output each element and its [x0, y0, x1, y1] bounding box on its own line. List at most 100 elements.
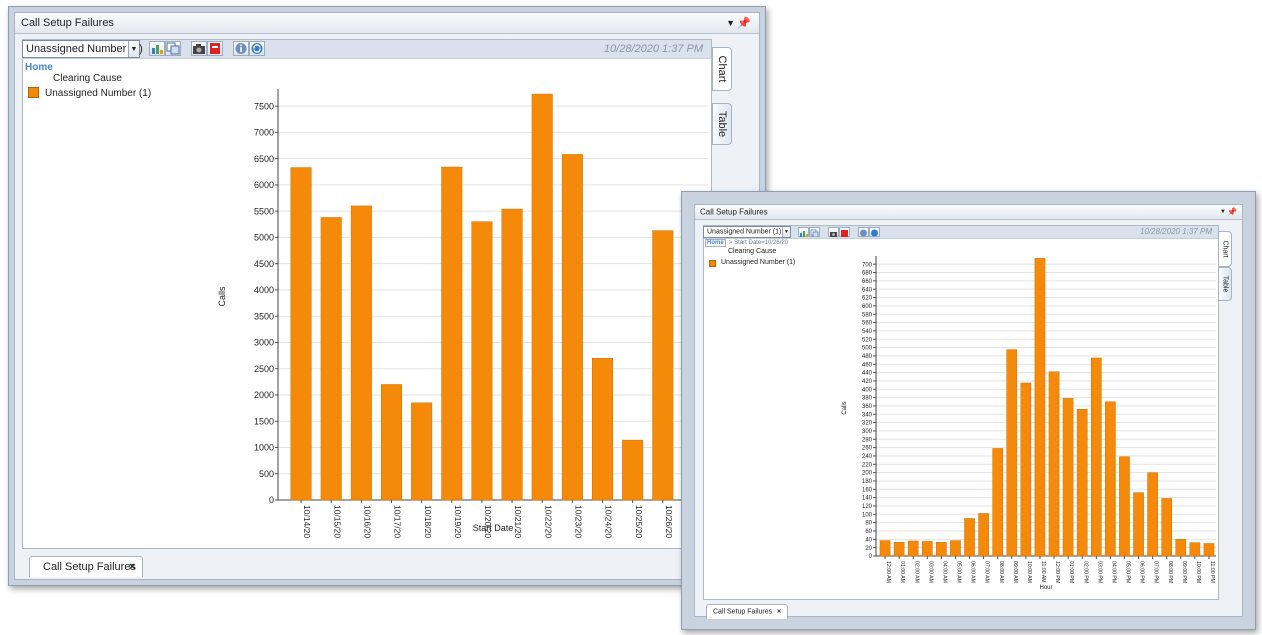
info-button[interactable]	[858, 227, 869, 237]
clearing-cause-dropdown[interactable]: Unassigned Number (1) ▼	[22, 40, 143, 58]
refresh-icon	[251, 43, 263, 54]
bar	[592, 357, 613, 501]
bar	[879, 540, 891, 557]
breadcrumb-home[interactable]: Home	[705, 239, 726, 247]
tab-chart[interactable]: Chart	[712, 47, 732, 91]
y-tick-label: 260	[862, 446, 873, 452]
legend-swatch[interactable]	[709, 260, 716, 267]
y-tick-label: 660	[862, 279, 873, 285]
camera-icon	[193, 44, 205, 54]
y-tick-label: 2500	[254, 364, 274, 374]
legend-entry[interactable]: Unassigned Number (1)	[45, 88, 151, 99]
y-tick-label: 0	[269, 495, 274, 505]
close-icon[interactable]: ×	[777, 609, 781, 616]
x-tick-label: 10/19/20	[453, 505, 463, 538]
bar	[1161, 498, 1173, 557]
snapshot-button[interactable]	[828, 227, 839, 237]
export-pdf-button[interactable]	[839, 227, 850, 237]
bottom-tab-call-setup-failures[interactable]: Call Setup Failures ×	[29, 556, 143, 577]
bar	[893, 541, 905, 557]
window-menu-dropdown-icon[interactable]: ▼	[1220, 209, 1226, 215]
x-tick-label: 10/16/20	[363, 505, 373, 538]
y-tick-label: 7000	[254, 128, 274, 138]
x-tick-label: 12:00 PM	[1054, 561, 1060, 583]
chevron-down-icon[interactable]: ▼	[782, 227, 790, 237]
bar	[1076, 409, 1088, 557]
export-pdf-button[interactable]	[207, 41, 223, 56]
y-tick-label: 620	[862, 296, 873, 302]
breadcrumb-start-date[interactable]: > Start Date=10/26/20	[729, 240, 788, 246]
bar	[1105, 401, 1116, 557]
x-tick-label: 10/23/20	[574, 505, 584, 538]
y-tick-label: 6000	[254, 180, 274, 190]
refresh-button[interactable]	[249, 41, 265, 56]
y-tick-label: 520	[862, 337, 873, 343]
bottom-tab-call-setup-failures[interactable]: Call Setup Failures ×	[706, 604, 788, 619]
snapshot-button[interactable]	[191, 41, 207, 56]
y-tick-label: 6500	[254, 154, 274, 164]
x-tick-label: 09:00 AM	[1012, 561, 1018, 583]
chevron-down-icon[interactable]: ▼	[128, 41, 139, 57]
window-title: Call Setup Failures	[700, 207, 768, 217]
timestamp: 10/28/2020 1:37 PM	[603, 43, 703, 55]
window-frame: Call Setup Failures ▼ 📌 Unassigned Numbe…	[14, 12, 760, 580]
window-menu-dropdown-icon[interactable]: ▼	[726, 18, 735, 28]
tab-chart[interactable]: Chart	[1218, 231, 1232, 267]
close-icon[interactable]: ×	[129, 561, 135, 573]
clearing-cause-dropdown[interactable]: Unassigned Number (1) ▼	[703, 226, 791, 238]
y-tick-label: 580	[862, 312, 873, 318]
x-tick-label: 08:00 AM	[998, 561, 1004, 583]
legend-swatch[interactable]	[28, 87, 39, 98]
x-tick-label: 04:00 PM	[1110, 561, 1116, 583]
timestamp: 10/28/2020 1:37 PM	[1139, 227, 1212, 236]
panel-content: Unassigned Number (1) ▼ 10/28/2020 1:37 …	[22, 39, 712, 549]
legend-title: Clearing Cause	[53, 73, 122, 84]
info-button[interactable]	[233, 41, 249, 56]
y-tick-label: 2000	[254, 390, 274, 400]
copy-button[interactable]	[809, 227, 820, 238]
y-tick-label: 3000	[254, 338, 274, 348]
y-tick-label: 7500	[254, 101, 274, 111]
y-tick-label: 120	[862, 504, 873, 510]
bar	[290, 167, 312, 501]
bar	[441, 166, 463, 501]
y-tick-label: 320	[862, 421, 873, 427]
y-tick-label: 220	[862, 462, 873, 468]
tab-table[interactable]: Table	[1218, 267, 1232, 301]
pin-icon[interactable]: 📌	[737, 17, 751, 30]
y-tick-label: 500	[259, 469, 274, 479]
bar	[1119, 456, 1130, 557]
x-tick-label: 10/20/20	[483, 505, 493, 538]
chart-type-button[interactable]	[149, 41, 165, 56]
bar	[622, 439, 644, 501]
x-tick-label: 10/18/20	[423, 505, 433, 538]
chart-type-button[interactable]	[798, 227, 809, 237]
tab-table[interactable]: Table	[712, 103, 732, 145]
bar	[561, 154, 583, 501]
x-tick-label: 11:00 PM	[1209, 561, 1215, 583]
bar	[350, 205, 372, 501]
bar	[1175, 539, 1187, 557]
y-tick-label: 5500	[254, 206, 274, 216]
window-titlebar: Call Setup Failures ▼ 📌	[695, 205, 1242, 220]
bar	[652, 230, 674, 501]
y-axis-label: Calls	[842, 401, 848, 414]
y-tick-label: 380	[862, 396, 873, 402]
refresh-button[interactable]	[869, 227, 880, 237]
y-tick-label: 440	[862, 371, 873, 377]
pin-icon[interactable]: 📌	[1227, 208, 1237, 217]
legend-entry[interactable]: Unassigned Number (1)	[721, 259, 795, 266]
bar	[501, 208, 523, 501]
x-tick-label: 10/25/20	[634, 505, 644, 538]
y-tick-label: 300	[862, 429, 873, 435]
x-tick-label: 05:00 PM	[1125, 561, 1131, 583]
bar-chart-icon	[800, 231, 808, 237]
y-tick-label: 100	[862, 512, 873, 518]
y-tick-label: 700	[862, 262, 873, 268]
y-tick-label: 4500	[254, 259, 274, 269]
x-tick-label: 01:00 AM	[899, 561, 905, 583]
y-tick-label: 280	[862, 437, 873, 443]
breadcrumb-home[interactable]: Home	[25, 62, 53, 73]
pdf-icon	[210, 43, 220, 54]
copy-button[interactable]	[165, 41, 181, 56]
